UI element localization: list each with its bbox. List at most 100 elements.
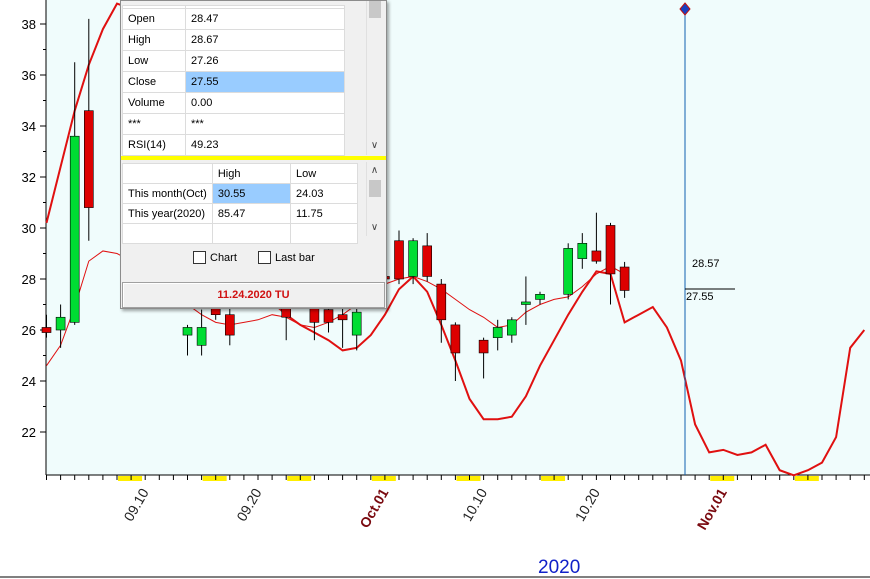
quote-row: RSI(14) 49.23 [122,134,345,156]
quote-row: Low 27.26 [122,50,345,72]
last-bar-checkbox[interactable]: Last bar [258,251,315,264]
weekend-marker [794,476,819,481]
candle-body [619,266,630,291]
x-date-label: 10.20 [572,485,603,524]
weekend-marker [456,476,481,481]
candle-body [436,283,447,321]
hl-year-low: 11.75 [290,203,358,224]
scroll-up-icon[interactable]: ∧ [367,164,382,178]
scroll-down-icon[interactable]: ∨ [367,139,382,153]
last-bar-checkbox-box[interactable] [258,251,271,264]
quote-value: 49.23 [185,134,345,156]
candle-body [506,319,517,336]
candle [563,243,574,300]
upper-price-label: 28.57 [692,258,720,270]
quote-row: Open 28.47 [122,8,345,30]
candle-body [84,110,94,208]
chart-checkbox[interactable]: Chart [193,251,237,264]
weekend-marker [710,476,735,481]
quote-label: RSI(14) [122,134,186,156]
quote-row: Close 27.55 [122,71,345,93]
weekend-markers [118,476,819,481]
quote-label: Close [122,71,186,93]
candle-body [225,314,235,336]
y-tick-label: 22 [22,425,36,440]
candle-body [591,250,602,262]
x-date-label: Oct.01 [356,485,391,530]
candle-body [55,316,66,331]
x-date-label: Nov.01 [694,485,730,532]
y-tick-label: 34 [22,119,36,134]
candle-body [605,225,616,275]
x-axis: 09.10 09.20 Oct.01 10.10 10.20 Nov.01 [46,475,865,532]
candle-body [478,339,489,354]
candle-body [422,245,433,277]
weekend-marker [287,476,312,481]
high-low-table: High Low This month(Oct) 30.55 24.03 Thi… [122,163,358,244]
weekend-marker [202,476,227,481]
candle-body [337,314,348,321]
candle-body [450,324,461,354]
quote-value: 0.00 [185,92,345,114]
splitter-bar[interactable] [121,156,386,160]
candle-body [323,309,334,323]
hl-scroll-thumb[interactable] [369,180,381,197]
quote-row: High 28.67 [122,29,345,51]
quote-value: *** [185,113,345,135]
weekend-marker [371,476,396,481]
quote-value: 28.47 [185,8,345,30]
quote-row: *** *** [122,113,345,135]
hl-year-label: This year(2020) [122,203,213,224]
hl-header-low: Low [290,163,358,184]
y-tick-label: 32 [22,170,36,185]
x-date-label: 09.20 [233,485,264,524]
quote-row: Volume 0.00 [122,92,345,114]
quote-label: Open [122,8,186,30]
candle-body [521,301,531,305]
y-tick-label: 26 [22,323,36,338]
y-axis: 22 24 26 28 30 32 34 36 38 [22,17,46,440]
candle-body [492,327,503,338]
hl-row-year: This year(2020) 85.47 11.75 [122,203,358,224]
last-bar-checkbox-label: Last bar [275,251,315,264]
candle-body [182,327,193,336]
hl-scrollbar[interactable]: ∧ ∨ [366,162,382,236]
hl-header-blank [122,163,213,184]
candle-body [394,240,404,280]
candle-body [69,135,80,323]
quote-value: 27.55 [185,71,345,93]
candle-body [41,327,52,333]
chart-checkbox-label: Chart [210,251,237,264]
y-tick-label: 24 [22,374,36,389]
hl-header-row: High Low [122,163,358,184]
weekend-marker [118,476,143,481]
date-display: 11.24.2020 TU [122,282,385,308]
candle-body [351,311,362,336]
hl-month-label: This month(Oct) [122,183,213,204]
quote-label: *** [122,113,186,135]
quote-value: 27.26 [185,50,345,72]
y-tick-label: 38 [22,17,36,32]
quote-table: Open 28.47 High 28.67 Low 27.26 Close 27.55 Volu… [122,5,345,156]
options-bar: Chart Last bar [121,240,386,276]
candle-body [577,243,588,259]
candle-body [563,248,574,295]
x-date-label: 09.10 [120,485,151,524]
quote-label: Low [122,50,186,72]
chart-checkbox-box[interactable] [193,251,206,264]
x-date-label: 10.10 [459,485,490,524]
y-tick-label: 28 [22,272,36,287]
hl-month-low: 24.03 [290,183,358,204]
candle-body [408,240,418,277]
lower-price-label: 27.55 [686,291,714,303]
quote-scrollbar[interactable]: ∨ [366,1,382,155]
candle-body [535,293,545,300]
scroll-down-icon[interactable]: ∨ [367,221,382,235]
quote-scroll-thumb[interactable] [369,1,381,18]
y-tick-label: 30 [22,221,36,236]
data-window-panel[interactable]: Open 28.47 High 28.67 Low 27.26 Close 27.55 Volu… [120,0,387,309]
quote-value: 28.67 [185,29,345,51]
weekend-marker [541,476,566,481]
candle-body [196,327,207,346]
quote-label: Volume [122,92,186,114]
